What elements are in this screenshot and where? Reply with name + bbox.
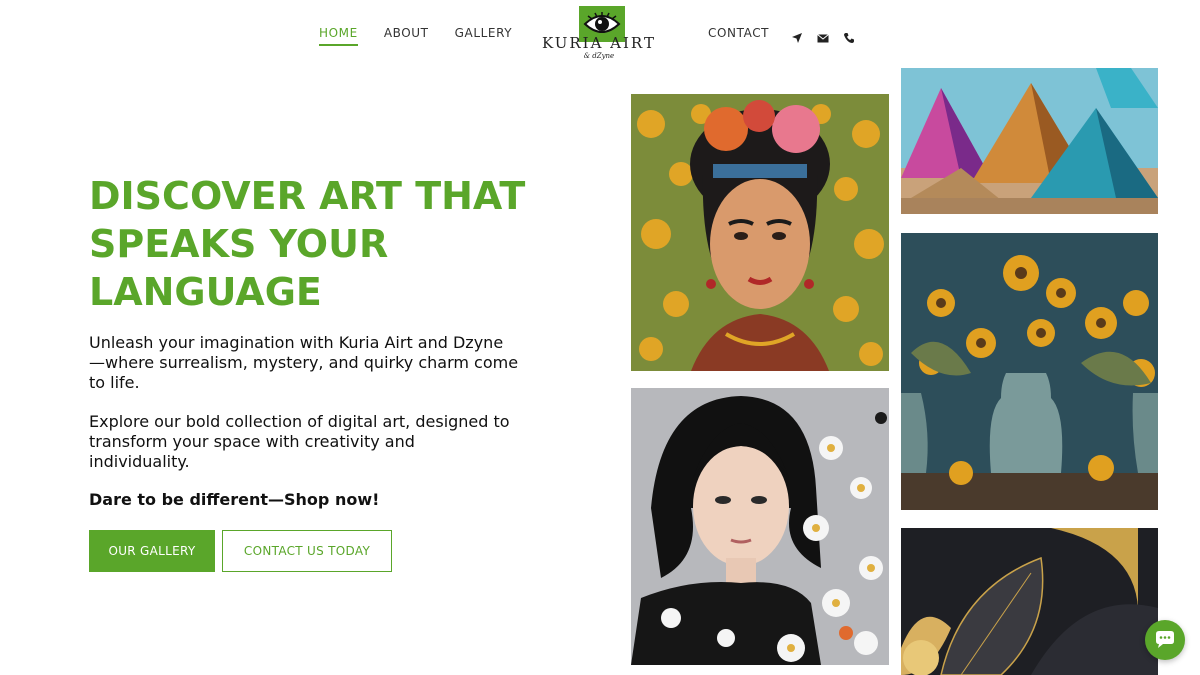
- nav-gallery[interactable]: GALLERY: [455, 26, 513, 46]
- hero-headline: DISCOVER ART THAT SPEAKS YOUR LANGUAGE: [89, 172, 549, 316]
- portrait-flower-crown-artwork[interactable]: [631, 94, 889, 371]
- headline-line-3: LANGUAGE: [89, 270, 322, 314]
- sunflowers-in-vases-artwork[interactable]: [901, 233, 1158, 510]
- phone-icon[interactable]: [843, 29, 855, 43]
- contact-us-button[interactable]: CONTACT US TODAY: [222, 530, 392, 572]
- site-logo[interactable]: KURIA AIRT & dZyne: [540, 6, 658, 62]
- nav-about[interactable]: ABOUT: [384, 26, 429, 46]
- hero-paragraph-2: Explore our bold collection of digital a…: [89, 412, 510, 471]
- colorful-pyramids-artwork[interactable]: [901, 68, 1158, 214]
- our-gallery-button[interactable]: OUR GALLERY: [89, 530, 215, 572]
- logo-subtitle: & dZyne: [583, 52, 615, 60]
- nav-right: CONTACT: [708, 26, 855, 44]
- nav-left: HOME ABOUT GALLERY: [319, 26, 512, 46]
- girl-with-daisies-artwork[interactable]: [631, 388, 889, 665]
- logo-name: KURIA AIRT: [542, 34, 656, 52]
- gold-leaves-artwork[interactable]: [901, 528, 1158, 675]
- headline-line-2: SPEAKS YOUR: [89, 222, 389, 266]
- nav-contact[interactable]: CONTACT: [708, 26, 769, 44]
- hero-paragraph-1: Unleash your imagination with Kuria Airt…: [89, 333, 519, 392]
- chat-bubble-icon[interactable]: [1145, 620, 1185, 660]
- location-arrow-icon[interactable]: [791, 29, 803, 43]
- headline-line-1: DISCOVER ART THAT: [89, 174, 526, 218]
- hero-cta-text: Dare to be different—Shop now!: [89, 490, 380, 509]
- envelope-icon[interactable]: [817, 29, 829, 43]
- nav-home[interactable]: HOME: [319, 26, 358, 46]
